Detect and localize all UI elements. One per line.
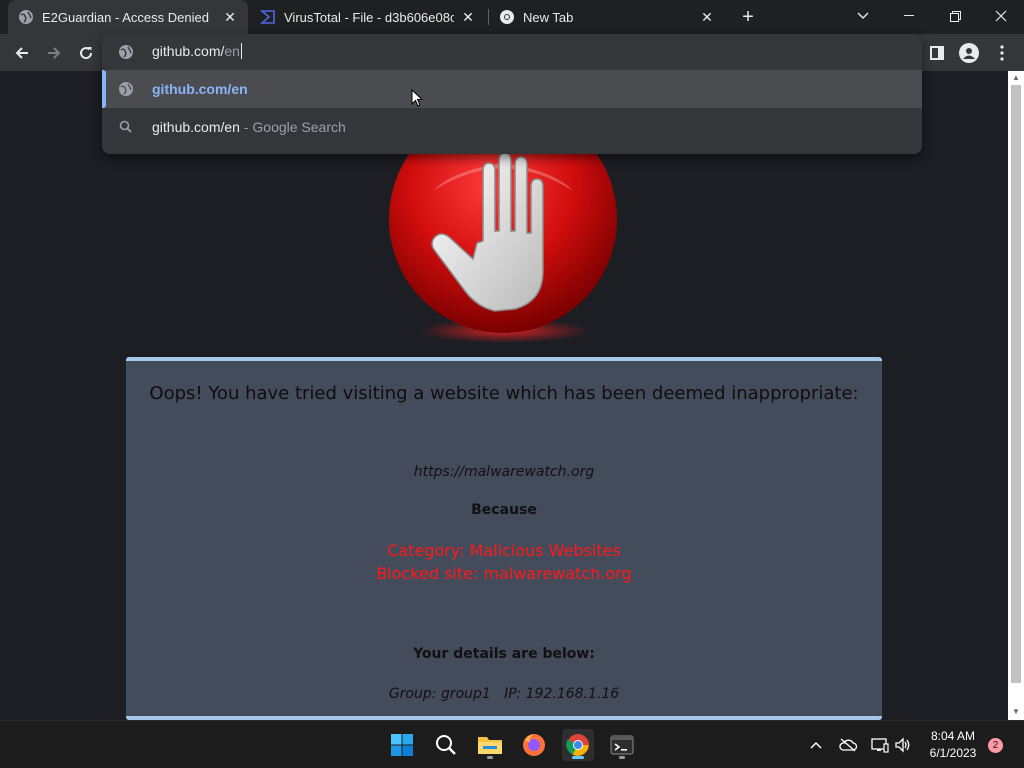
text-caret bbox=[240, 43, 242, 59]
omnibox-popup: github.com/en github.com/en github.com/e… bbox=[102, 34, 922, 154]
chrome-icon[interactable] bbox=[562, 729, 594, 761]
tab-close-icon[interactable]: ✕ bbox=[699, 9, 715, 25]
blocked-site-text: Blocked site: malwarewatch.org bbox=[376, 564, 632, 583]
tab-title: E2Guardian - Access Denied bbox=[42, 9, 209, 25]
tab-new-tab[interactable]: New Tab ✕ bbox=[489, 0, 725, 34]
details-label: Your details are below: bbox=[413, 646, 595, 662]
cloud-offline-icon[interactable] bbox=[838, 735, 858, 755]
chrome-icon bbox=[499, 9, 515, 25]
tab-title: VirusTotal - File - d3b606e08c524 bbox=[284, 9, 454, 25]
globe-icon bbox=[118, 44, 134, 65]
running-indicator bbox=[487, 756, 493, 759]
scroll-down-arrow-icon[interactable]: ▼ bbox=[1011, 707, 1021, 717]
suggestion-text: github.com/en - Google Search bbox=[152, 119, 346, 135]
scroll-thumb[interactable] bbox=[1011, 85, 1021, 683]
tab-strip: E2Guardian - Access Denied ✕ VirusTotal … bbox=[0, 0, 1024, 34]
show-hidden-icons-chevron-icon[interactable] bbox=[806, 735, 826, 755]
tab-close-icon[interactable]: ✕ bbox=[460, 9, 476, 25]
minimize-button[interactable] bbox=[886, 0, 932, 32]
new-tab-button[interactable]: + bbox=[736, 5, 760, 29]
address-bar[interactable]: github.com/en bbox=[102, 34, 922, 70]
blocked-page: Oops! You have tried visiting a website … bbox=[0, 71, 1008, 720]
because-label: Because bbox=[471, 502, 537, 518]
notification-badge[interactable]: 2 bbox=[988, 738, 1003, 753]
menu-dots-icon[interactable] bbox=[989, 40, 1015, 66]
tab-search-chevron-icon[interactable] bbox=[840, 0, 886, 32]
tab-title: New Tab bbox=[523, 9, 574, 25]
mouse-cursor-icon bbox=[411, 88, 424, 112]
taskbar: 8:04 AM 6/1/2023 2 bbox=[0, 720, 1024, 768]
restore-button[interactable] bbox=[932, 0, 978, 32]
side-panel-icon[interactable] bbox=[924, 40, 950, 66]
network-icon[interactable] bbox=[870, 735, 890, 755]
volume-icon[interactable] bbox=[893, 735, 913, 755]
suggestion-text: github.com/en bbox=[152, 81, 248, 97]
blocked-url: https://malwarewatch.org bbox=[413, 464, 595, 480]
reload-button[interactable] bbox=[73, 40, 99, 66]
group-ip-text: Group: group1 IP: 192.168.1.16 bbox=[388, 686, 620, 702]
windows-start-icon[interactable] bbox=[386, 729, 418, 761]
tab-close-icon[interactable]: ✕ bbox=[222, 9, 238, 25]
back-button[interactable] bbox=[9, 40, 35, 66]
tab-e2guardian[interactable]: E2Guardian - Access Denied ✕ bbox=[8, 0, 248, 34]
suggestion-suffix: - Google Search bbox=[239, 119, 346, 135]
page-heading: Oops! You have tried visiting a website … bbox=[149, 383, 859, 404]
search-icon bbox=[118, 119, 134, 138]
globe-icon bbox=[18, 9, 34, 25]
globe-icon bbox=[118, 81, 134, 100]
tab-virustotal[interactable]: VirusTotal - File - d3b606e08c524 ✕ bbox=[250, 0, 486, 34]
access-denied-panel: Oops! You have tried visiting a website … bbox=[126, 357, 882, 720]
scroll-up-arrow-icon[interactable]: ▲ bbox=[1011, 73, 1021, 83]
suggestion-search[interactable]: github.com/en - Google Search bbox=[102, 108, 922, 146]
clock[interactable]: 8:04 AM 6/1/2023 bbox=[918, 728, 988, 762]
close-window-button[interactable] bbox=[978, 0, 1024, 32]
terminal-icon[interactable] bbox=[606, 729, 638, 761]
autocomplete-text: en bbox=[224, 43, 240, 59]
firefox-icon[interactable] bbox=[518, 729, 550, 761]
profile-icon[interactable] bbox=[956, 40, 982, 66]
running-indicator bbox=[619, 756, 625, 759]
page-scrollbar[interactable]: ▲ ▼ bbox=[1008, 71, 1024, 720]
suggestion-url[interactable]: github.com/en bbox=[102, 70, 922, 108]
virustotal-icon bbox=[260, 9, 276, 25]
forward-button[interactable] bbox=[41, 40, 67, 66]
address-bar-input[interactable]: github.com/en bbox=[152, 43, 242, 59]
suggestion-query: github.com/en bbox=[152, 119, 240, 135]
running-indicator bbox=[572, 756, 584, 759]
file-explorer-icon[interactable] bbox=[474, 729, 506, 761]
clock-time: 8:04 AM bbox=[930, 729, 976, 743]
clock-date: 6/1/2023 bbox=[929, 746, 977, 760]
search-icon[interactable] bbox=[430, 729, 462, 761]
category-text: Category: Malicious Websites bbox=[387, 541, 621, 560]
typed-text: github.com/ bbox=[152, 43, 225, 59]
